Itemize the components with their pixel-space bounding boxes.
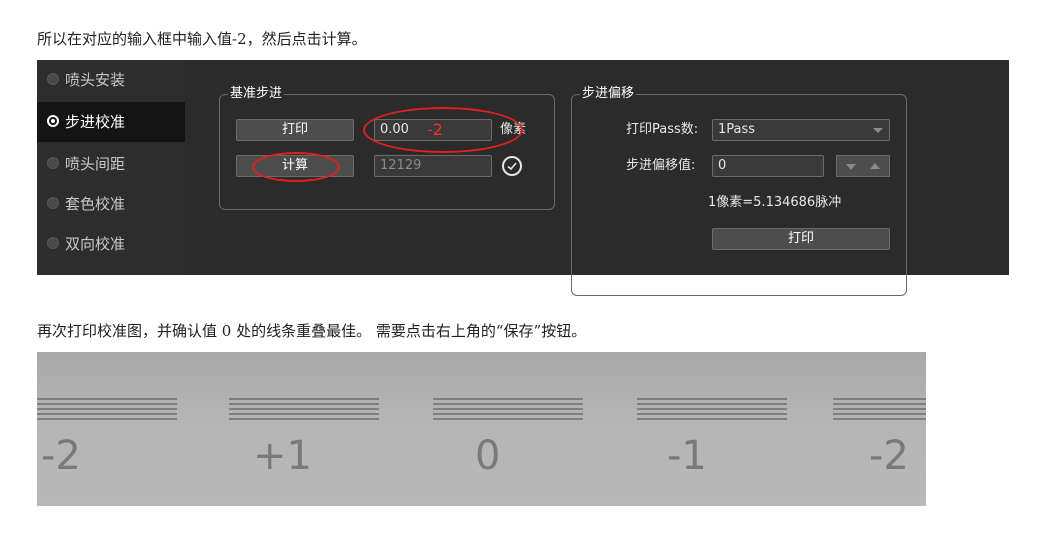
calibration-lines: [229, 398, 379, 420]
pulse-conversion-text: 1像素=5.134686脉冲: [708, 195, 842, 210]
offset-input[interactable]: 0: [712, 155, 824, 177]
calibration-panel: 喷头安装 步进校准 喷头间距 套色校准 双向校准 基准步进 打印 0.00 -2…: [37, 60, 1009, 296]
sidebar-item-head-spacing[interactable]: 喷头间距: [37, 144, 185, 184]
sidebar-item-label: 套色校准: [65, 195, 126, 213]
step-offset-group: 步进偏移 打印Pass数: 1Pass 步进偏移值: 0 1像素=5.13468…: [571, 86, 907, 296]
calibration-label: -2: [869, 433, 909, 479]
annotation-ellipse-calc: [252, 152, 340, 182]
pass-count-label: 打印Pass数:: [626, 122, 699, 137]
sidebar-item-label: 喷头间距: [65, 155, 126, 173]
calibration-label: -1: [667, 433, 707, 479]
radio-icon: [47, 197, 59, 209]
radio-icon: [47, 73, 59, 85]
sidebar-item-label: 喷头安装: [65, 71, 126, 89]
sidebar-item-step-calibration[interactable]: 步进校准: [37, 102, 185, 142]
intro-text: 所以在对应的输入框中输入值-2，然后点击计算。: [37, 30, 367, 48]
check-circle-icon: [502, 156, 522, 176]
calibration-lines: [433, 398, 583, 420]
offset-stepper[interactable]: [836, 155, 890, 177]
radio-icon: [47, 237, 59, 249]
calibration-label: +1: [253, 433, 312, 479]
step-offset-title: 步进偏移: [580, 86, 637, 102]
radio-icon: [47, 157, 59, 169]
calibration-lines: [833, 398, 926, 420]
annotation-ellipse-input: [363, 107, 523, 153]
offset-print-button[interactable]: 打印: [712, 228, 890, 250]
increment-icon[interactable]: [870, 163, 880, 169]
chevron-down-icon: [873, 128, 883, 133]
decrement-icon[interactable]: [846, 164, 856, 170]
radio-icon: [47, 115, 59, 127]
calibration-label: 0: [475, 433, 501, 479]
calibration-lines: [37, 398, 177, 420]
sidebar-item-label: 步进校准: [65, 113, 126, 131]
offset-label: 步进偏移值:: [626, 158, 696, 173]
sidebar-item-color-registration[interactable]: 套色校准: [37, 184, 185, 224]
after-text: 再次打印校准图，并确认值 0 处的线条重叠最佳。 需要点击右上角的“保存”按钮。: [37, 322, 587, 340]
base-step-title: 基准步进: [228, 86, 285, 102]
sidebar: 喷头安装 步进校准 喷头间距 套色校准 双向校准: [37, 60, 185, 275]
calibration-label: -2: [41, 433, 81, 479]
sidebar-item-label: 双向校准: [65, 235, 126, 253]
result-field: 12129: [374, 155, 492, 177]
calibration-print-photo: -2 +1 0 -1 -2: [37, 352, 926, 506]
base-step-group: 基准步进 打印 0.00 -2 像素 计算 12129: [219, 86, 555, 210]
sidebar-item-bidirectional[interactable]: 双向校准: [37, 224, 185, 264]
print-button[interactable]: 打印: [236, 119, 354, 141]
calibration-lines: [637, 398, 787, 420]
pass-count-value: 1Pass: [718, 122, 756, 137]
sidebar-item-head-install[interactable]: 喷头安装: [37, 60, 185, 100]
pass-count-select[interactable]: 1Pass: [712, 119, 890, 141]
